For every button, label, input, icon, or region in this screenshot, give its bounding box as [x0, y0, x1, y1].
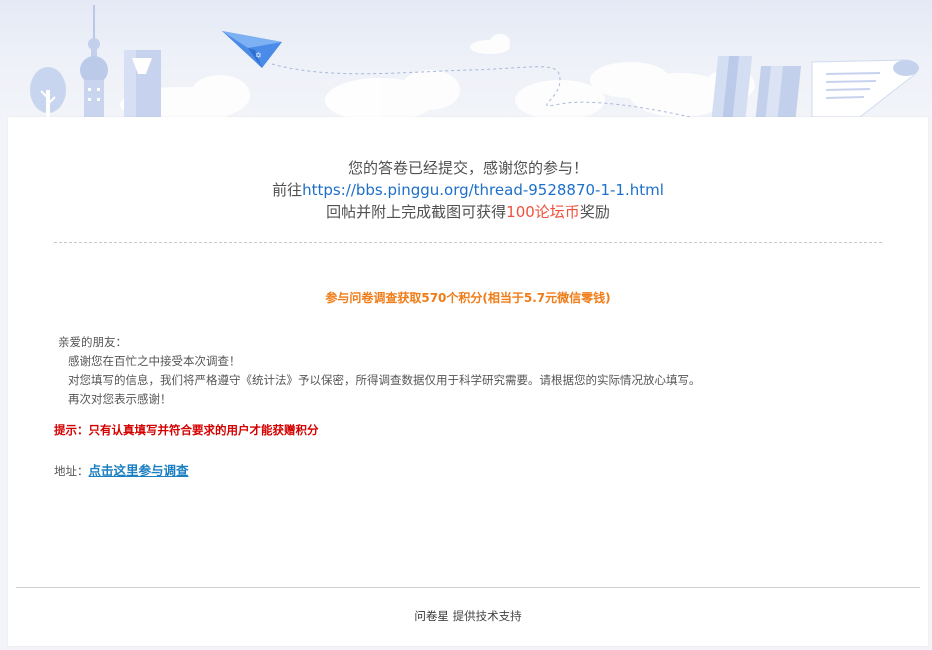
- footer: 问卷星 提供技术支持: [8, 608, 928, 624]
- survey-letter: 亲爱的朋友： 感谢您在百忙之中接受本次调查！ 对您填写的信息，我们将严格遵守《统…: [58, 333, 888, 409]
- reward-prefix: 回帖并附上完成截图可获得: [326, 203, 507, 221]
- letter-line-3: 再次对您表示感谢！: [68, 392, 172, 406]
- dashed-divider: [54, 242, 882, 243]
- tip-text: 提示：只有认真填写并符合要求的用户才能获赠积分: [54, 423, 319, 437]
- reward-suffix: 奖励: [579, 203, 610, 221]
- survey-participate-link[interactable]: 点击这里参与调查: [89, 463, 189, 478]
- cloud-icon: [120, 34, 755, 120]
- letter-greeting: 亲爱的朋友：: [58, 335, 127, 349]
- reward-line: 回帖并附上完成截图可获得100论坛币奖励: [8, 201, 928, 223]
- submitted-thanks-text: 您的答卷已经提交，感谢您的参与！: [347, 159, 588, 177]
- paper-scroll-icon: [811, 59, 919, 118]
- city-tower-icon: [80, 5, 108, 117]
- reward-amount: 100论坛币: [506, 203, 580, 221]
- address-label: 地址：: [54, 464, 89, 478]
- promo-title: 参与问卷调查获取570个积分(相当于5.7元微信零钱): [325, 291, 611, 305]
- forum-link-line: 前往https://bbs.pinggu.org/thread-9528870-…: [8, 179, 928, 201]
- footer-divider: [16, 587, 920, 588]
- footer-brand: 问卷星: [414, 609, 449, 623]
- banner-illustration: ✡: [0, 0, 932, 120]
- forum-thread-link[interactable]: https://bbs.pinggu.org/thread-9528870-1-…: [302, 181, 664, 199]
- letter-line-1: 感谢您在百忙之中接受本次调查！: [68, 354, 241, 368]
- forum-link-prefix: 前往: [272, 181, 303, 199]
- books-icon: [711, 56, 802, 117]
- submission-message: 您的答卷已经提交，感谢您的参与！ 前往https://bbs.pinggu.or…: [8, 157, 928, 223]
- result-card: 您的答卷已经提交，感谢您的参与！ 前往https://bbs.pinggu.or…: [8, 117, 928, 646]
- page: ✡ 您的答卷已经提交，感谢您的参与！ 前往https://bbs.pinggu.…: [0, 0, 932, 650]
- footer-text: 提供技术支持: [452, 609, 522, 623]
- tree-icon: [30, 67, 66, 117]
- letter-line-2: 对您填写的信息，我们将严格遵守《统计法》予以保密，所得调查数据仅用于科学研究需要…: [68, 373, 701, 387]
- paper-plane-icon: ✡: [222, 31, 282, 68]
- address-row: 地址：点击这里参与调查: [54, 460, 189, 479]
- svg-text:✡: ✡: [255, 51, 262, 60]
- building-icon: [124, 50, 161, 117]
